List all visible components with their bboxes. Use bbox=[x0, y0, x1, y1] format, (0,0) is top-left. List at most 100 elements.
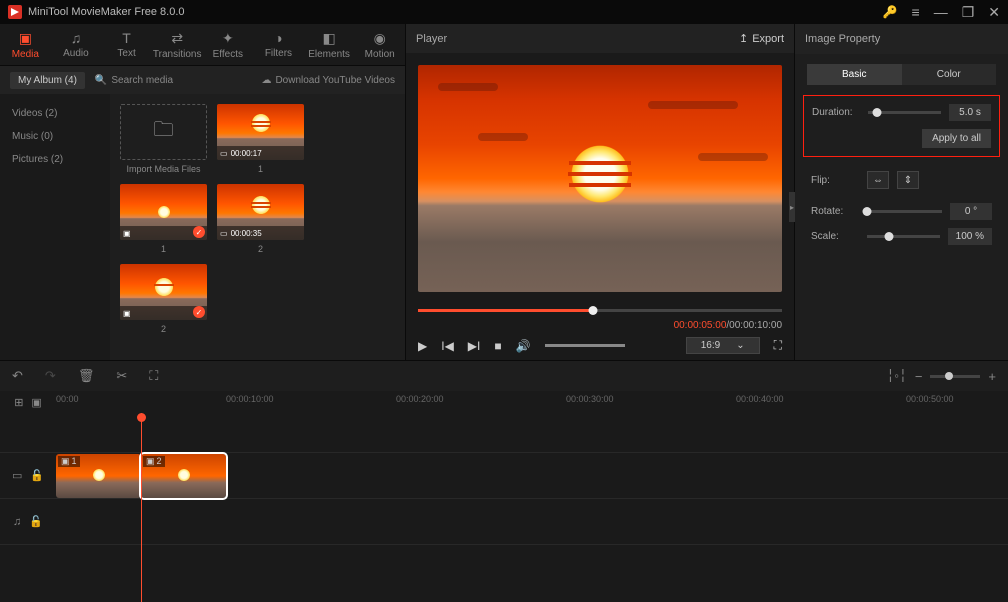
export-button[interactable]: ↥Export bbox=[739, 32, 784, 45]
rotate-slider[interactable] bbox=[867, 210, 942, 213]
tab-media[interactable]: ▣Media bbox=[0, 24, 51, 65]
menu-icon[interactable]: ≡ bbox=[912, 4, 920, 20]
thumb-duration: 00:00:17 bbox=[231, 149, 262, 158]
stack-icon[interactable]: ▣ bbox=[31, 396, 41, 409]
media-toolbar: My Album (4) 🔍 Search media ☁ Download You… bbox=[0, 66, 405, 94]
scrubber[interactable] bbox=[418, 304, 782, 318]
tab-motion[interactable]: ◉Motion bbox=[354, 24, 405, 65]
video-track-body[interactable]: ▣1 ▣2 bbox=[56, 453, 1008, 498]
download-label: Download YouTube Videos bbox=[275, 75, 395, 86]
tab-audio[interactable]: ♫Audio bbox=[51, 24, 102, 65]
tab-text[interactable]: TText bbox=[101, 24, 152, 65]
flip-h-icon: ⇔ bbox=[873, 175, 883, 186]
download-youtube-button[interactable]: ☁ Download YouTube Videos bbox=[261, 75, 395, 86]
clip-index: 1 bbox=[72, 456, 77, 466]
fit-timeline-icon[interactable]: ╎◦╎ bbox=[887, 368, 907, 384]
media-sidebar: Videos (2) Music (0) Pictures (2) bbox=[0, 94, 110, 360]
tab-elements[interactable]: ◧Elements bbox=[304, 24, 355, 65]
flip-label: Flip: bbox=[811, 175, 859, 186]
check-icon: ✓ bbox=[193, 226, 205, 238]
filters-icon: ◑ bbox=[274, 30, 282, 46]
media-thumb-video-2[interactable]: ▭00:00:35 bbox=[217, 184, 304, 240]
redo-button[interactable]: ↷ bbox=[45, 368, 56, 384]
main-tabs: ▣Media ♫Audio TText ⇄Transitions ✦Effect… bbox=[0, 24, 405, 66]
ruler-tick: 00:00:20:00 bbox=[396, 394, 444, 404]
undo-button[interactable]: ↶ bbox=[12, 368, 23, 384]
thumb-label: 2 bbox=[258, 244, 263, 254]
stop-button[interactable]: ■ bbox=[494, 339, 501, 353]
current-time: 00:00:05:00 bbox=[674, 320, 727, 331]
tab-effects[interactable]: ✦Effects bbox=[203, 24, 254, 65]
tab-transitions[interactable]: ⇄Transitions bbox=[152, 24, 203, 65]
ratio-value: 16:9 bbox=[701, 340, 720, 351]
volume-icon[interactable]: 🔊 bbox=[516, 339, 531, 353]
close-icon[interactable]: ✕ bbox=[988, 4, 1000, 21]
audio-track-body[interactable] bbox=[56, 499, 1008, 544]
search-input[interactable]: 🔍 Search media bbox=[95, 75, 173, 86]
duration-value[interactable]: 5.0 s bbox=[949, 104, 991, 121]
image-type-icon: ▣ bbox=[123, 309, 131, 318]
next-frame-button[interactable]: ▶I bbox=[468, 339, 481, 353]
lock-icon[interactable]: 🔓 bbox=[30, 469, 44, 482]
titlebar: MiniTool MovieMaker Free 8.0.0 🔑 ≡ — ❐ ✕ bbox=[0, 0, 1008, 24]
check-icon: ✓ bbox=[193, 306, 205, 318]
duration-slider[interactable] bbox=[868, 111, 941, 114]
activate-key-icon[interactable]: 🔑 bbox=[883, 5, 898, 19]
maximize-icon[interactable]: ❐ bbox=[962, 4, 975, 21]
tab-filters[interactable]: ◑ Filters bbox=[253, 24, 304, 65]
volume-slider[interactable] bbox=[545, 344, 625, 347]
prop-tab-color[interactable]: Color bbox=[902, 64, 997, 85]
zoom-out-button[interactable]: − bbox=[915, 369, 923, 384]
prev-frame-button[interactable]: I◀ bbox=[441, 339, 454, 353]
split-button[interactable]: ✂ bbox=[116, 368, 127, 384]
rotate-value[interactable]: 0 ° bbox=[950, 203, 992, 220]
total-time: 00:00:10:00 bbox=[729, 320, 782, 331]
tab-label: Audio bbox=[63, 48, 89, 59]
folder-icon: 🗀 bbox=[154, 115, 174, 149]
aspect-ratio-select[interactable]: 16:9⌄ bbox=[686, 337, 760, 354]
preview-viewport[interactable] bbox=[418, 65, 782, 292]
delete-button[interactable]: 🗑 bbox=[78, 368, 95, 384]
media-thumb-video-1[interactable]: ▭00:00:17 bbox=[217, 104, 304, 160]
import-label: Import Media Files bbox=[126, 164, 200, 174]
timeline-clip-2[interactable]: ▣2 bbox=[141, 454, 226, 498]
scale-slider[interactable] bbox=[867, 235, 940, 238]
flip-horizontal-button[interactable]: ⇔ bbox=[867, 171, 889, 189]
playhead[interactable] bbox=[141, 413, 142, 602]
zoom-in-button[interactable]: + bbox=[988, 369, 996, 384]
scale-value[interactable]: 100 % bbox=[948, 228, 992, 245]
prop-tab-basic[interactable]: Basic bbox=[807, 64, 902, 85]
media-thumb-image-2[interactable]: ▣ ✓ bbox=[120, 264, 207, 320]
image-type-icon: ▣ bbox=[61, 456, 70, 467]
scale-label: Scale: bbox=[811, 231, 859, 242]
apply-to-all-button[interactable]: Apply to all bbox=[922, 129, 991, 148]
player-panel: Player ↥Export 00:00:05:00 / 00:00:10:00… bbox=[405, 24, 795, 360]
video-track-icon: ▭ bbox=[12, 469, 22, 482]
cloud-download-icon: ☁ bbox=[261, 75, 271, 86]
play-button[interactable]: ▶ bbox=[418, 339, 427, 353]
search-placeholder: Search media bbox=[111, 75, 173, 86]
flip-vertical-button[interactable]: ⇕ bbox=[897, 171, 919, 189]
import-media-button[interactable]: 🗀 bbox=[120, 104, 207, 160]
add-track-icon[interactable]: ⊞ bbox=[14, 396, 23, 409]
collapse-handle[interactable]: ▸ bbox=[789, 192, 795, 222]
album-selector[interactable]: My Album (4) bbox=[10, 72, 85, 89]
image-type-icon: ▣ bbox=[123, 229, 131, 238]
search-icon: 🔍 bbox=[95, 75, 107, 86]
media-thumb-image-1[interactable]: ▣ ✓ bbox=[120, 184, 207, 240]
crop-button[interactable]: ⛶ bbox=[149, 368, 158, 384]
sidebar-item-videos[interactable]: Videos (2) bbox=[0, 102, 110, 125]
fullscreen-button[interactable]: ⛶ bbox=[774, 338, 782, 353]
sidebar-item-pictures[interactable]: Pictures (2) bbox=[0, 148, 110, 171]
zoom-slider[interactable] bbox=[930, 375, 980, 378]
lock-icon[interactable]: 🔓 bbox=[29, 515, 43, 528]
tab-label: Filters bbox=[265, 48, 292, 59]
window-title: MiniTool MovieMaker Free 8.0.0 bbox=[28, 6, 883, 18]
timeline-clip-1[interactable]: ▣1 bbox=[56, 454, 141, 498]
minimize-icon[interactable]: — bbox=[934, 4, 948, 20]
thumb-duration: 00:00:35 bbox=[231, 229, 262, 238]
sidebar-item-music[interactable]: Music (0) bbox=[0, 125, 110, 148]
thumb-label: 1 bbox=[161, 244, 166, 254]
flip-v-icon: ⇕ bbox=[904, 175, 912, 186]
timeline-ruler[interactable]: 00:00 00:00:10:00 00:00:20:00 00:00:30:0… bbox=[56, 391, 1008, 413]
